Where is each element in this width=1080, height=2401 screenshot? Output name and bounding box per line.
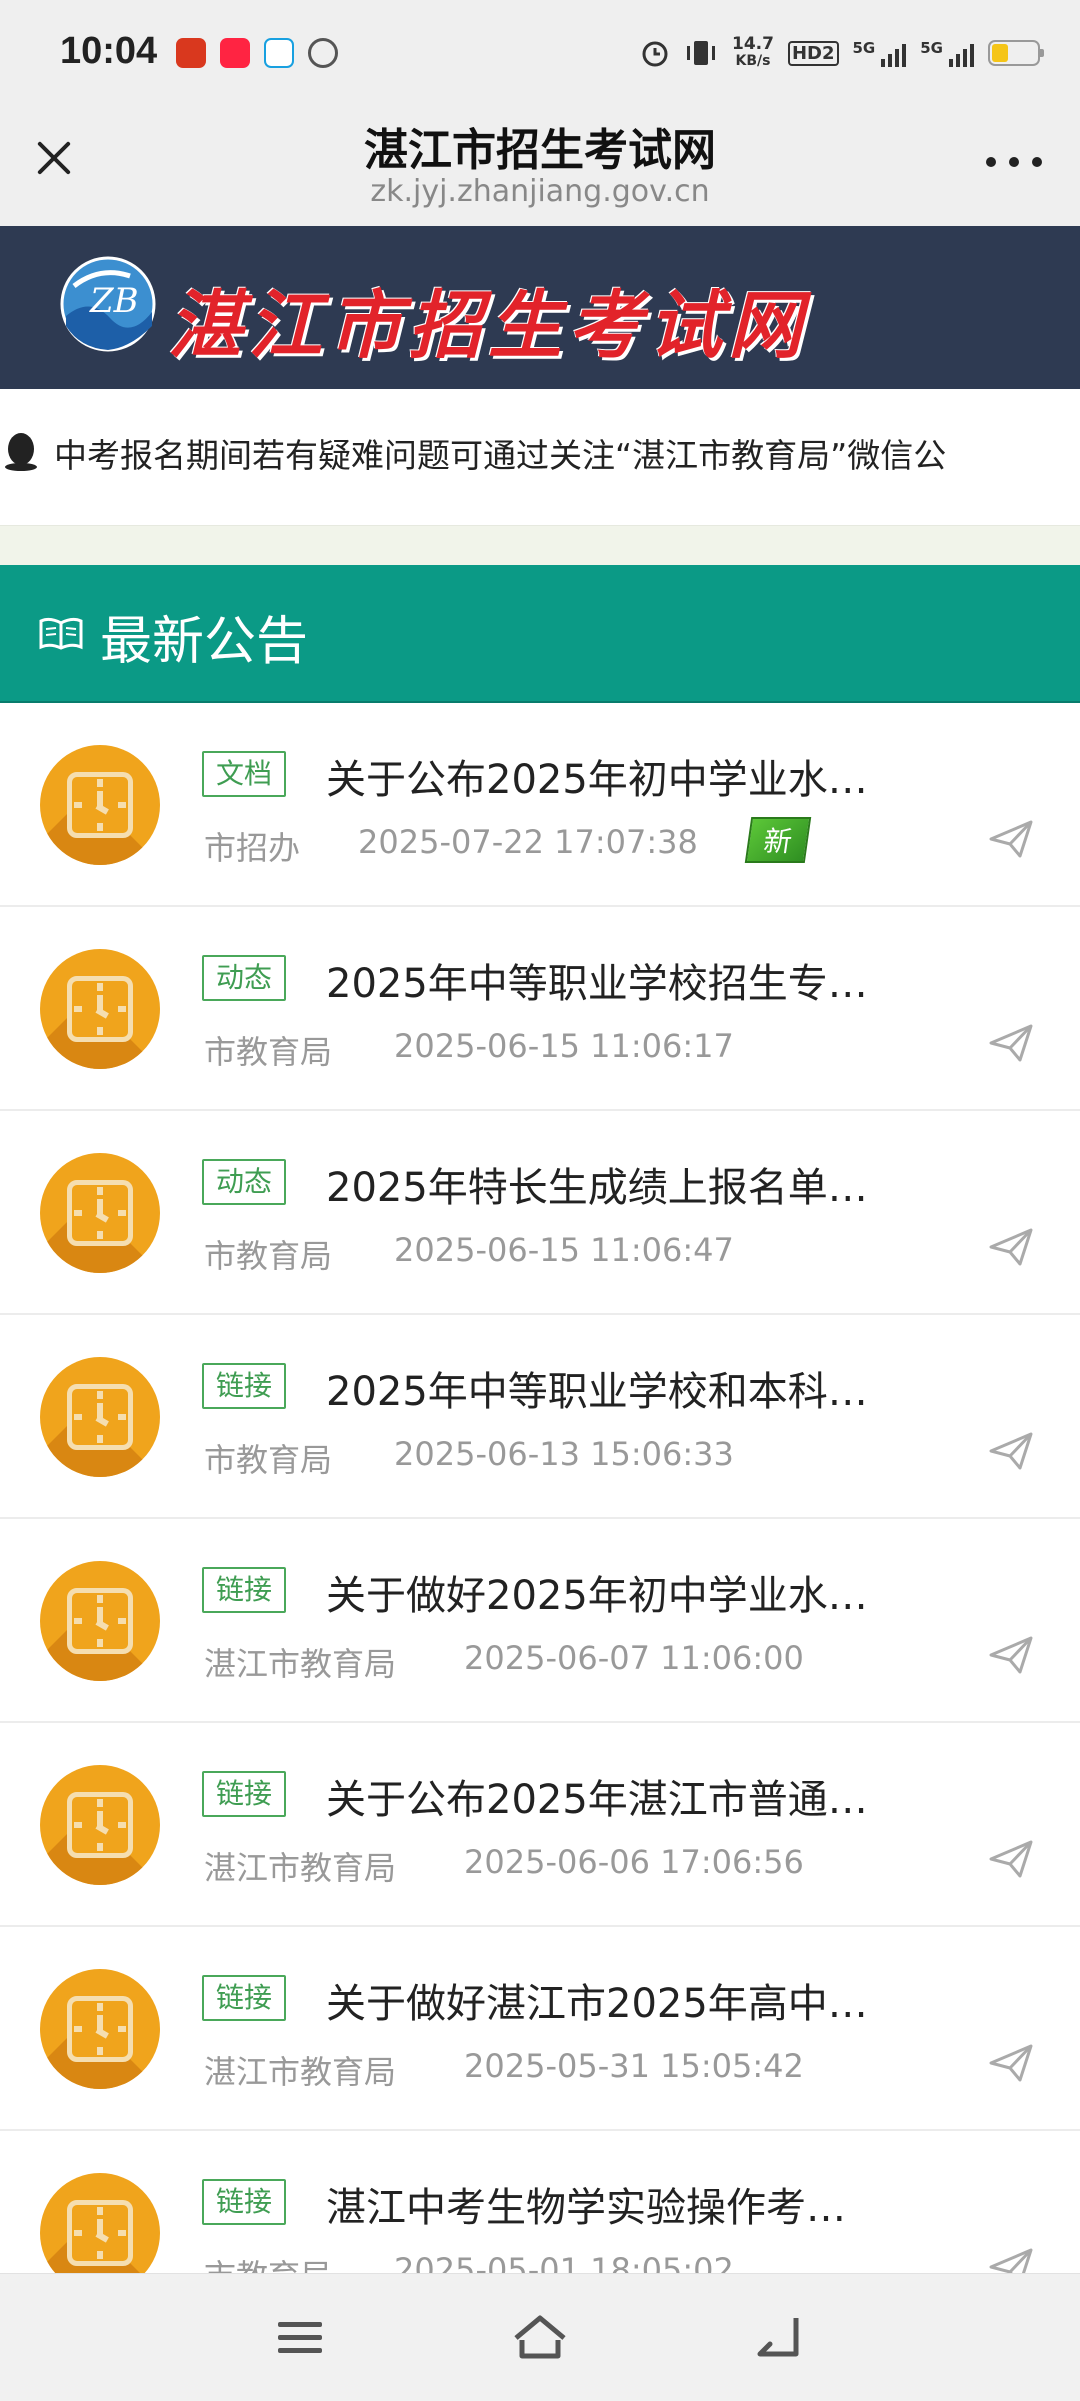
news-item[interactable]: 链接 湛江中考生物学实验操作考… 市教育局 2025-05-01 18:05:0…	[0, 2131, 1080, 2273]
category-tag: 链接	[202, 1975, 287, 2021]
news-source: 市教育局	[204, 2251, 332, 2273]
status-bar: 10:04 14.7 KB/s HD2 5G 5G	[0, 0, 1080, 110]
clock-icon	[40, 1969, 160, 2089]
news-source: 市教育局	[204, 1033, 333, 1071]
system-nav-bar	[0, 2273, 1080, 2401]
news-source: 湛江市教育局	[204, 1645, 397, 1683]
category-tag: 动态	[202, 955, 287, 1001]
app-notification-icon	[176, 38, 206, 68]
share-icon[interactable]	[988, 819, 1034, 859]
news-date: 2025-06-15 11:06:47	[394, 1231, 734, 1269]
qq-penguin-icon	[5, 433, 37, 471]
svg-text:ZB: ZB	[89, 281, 139, 321]
share-icon[interactable]	[988, 1431, 1034, 1471]
vibrate-icon	[687, 41, 716, 65]
news-title[interactable]: 2025年中等职业学校和本科…	[326, 1359, 926, 1417]
news-title[interactable]: 2025年特长生成绩上报名单…	[326, 1155, 926, 1213]
net-speed-unit: KB/s	[735, 53, 771, 69]
news-item[interactable]: 链接 关于做好2025年初中学业水… 湛江市教育局 2025-06-07 11:…	[0, 1519, 1080, 1723]
clock-icon	[40, 1357, 160, 1477]
hd-badge: HD2	[787, 40, 839, 66]
clock-icon	[40, 1561, 160, 1681]
share-icon[interactable]	[988, 2247, 1034, 2273]
signal-2-label: 5G	[920, 39, 943, 57]
category-tag: 动态	[202, 1159, 287, 1205]
clock-icon	[40, 1153, 160, 1273]
more-options-button[interactable]	[986, 150, 1042, 174]
status-right: 14.7 KB/s HD2 5G 5G	[640, 30, 1044, 76]
news-title[interactable]: 湛江中考生物学实验操作考…	[326, 2175, 926, 2233]
net-speed: 14.7 KB/s	[732, 36, 774, 70]
clock-icon	[40, 2173, 160, 2273]
share-icon[interactable]	[988, 1227, 1034, 1267]
share-icon[interactable]	[988, 1023, 1034, 1063]
news-date: 2025-07-22 17:07:38	[358, 823, 698, 861]
news-item[interactable]: 链接 2025年中等职业学校和本科… 市教育局 2025-06-13 15:06…	[0, 1315, 1080, 1519]
news-source: 市教育局	[204, 1441, 333, 1479]
news-source: 市教育局	[204, 1237, 333, 1275]
divider	[0, 525, 1080, 566]
section-title: 最新公告	[100, 612, 309, 672]
news-title[interactable]: 关于公布2025年初中学业水…	[326, 747, 926, 805]
signal-1-label: 5G	[852, 39, 876, 57]
news-item[interactable]: 链接 关于公布2025年湛江市普通… 湛江市教育局 2025-06-06 17:…	[0, 1723, 1080, 1927]
news-item[interactable]: 动态 2025年特长生成绩上报名单… 市教育局 2025-06-15 11:06…	[0, 1111, 1080, 1315]
alarm-icon	[642, 41, 668, 67]
china-mobile-icon	[264, 38, 294, 68]
link-icon	[308, 38, 338, 68]
news-item[interactable]: 文档 关于公布2025年初中学业水… 市招办 2025-07-22 17:07:…	[0, 703, 1080, 907]
net-speed-value: 14.7	[732, 34, 774, 54]
section-header: 最新公告	[0, 565, 1080, 703]
back-icon[interactable]	[750, 2312, 810, 2364]
news-date: 2025-05-31 15:05:42	[464, 2047, 804, 2085]
news-item[interactable]: 链接 关于做好湛江市2025年高中… 湛江市教育局 2025-05-31 15:…	[0, 1927, 1080, 2131]
browser-header: 湛江市招生考试网 zk.jyj.zhanjiang.gov.cn	[0, 110, 1080, 226]
signal-1-icon: 5G	[853, 39, 907, 67]
news-date: 2025-06-15 11:06:17	[394, 1027, 734, 1065]
share-icon[interactable]	[988, 1839, 1034, 1879]
page-title: 湛江市招生考试网	[364, 125, 716, 176]
news-date: 2025-06-07 11:06:00	[464, 1639, 804, 1677]
status-time: 10:04	[60, 30, 158, 72]
notification-icons	[176, 38, 338, 68]
news-title[interactable]: 2025年中等职业学校招生专…	[326, 951, 926, 1009]
category-tag: 文档	[202, 751, 287, 797]
clock-icon	[40, 745, 160, 865]
category-tag: 链接	[202, 1771, 287, 1817]
news-date: 2025-06-06 17:06:56	[464, 1843, 804, 1881]
category-tag: 链接	[202, 1567, 287, 1613]
news-source: 湛江市教育局	[204, 1849, 397, 1887]
site-logo-icon: ZB	[60, 256, 156, 352]
site-name: 湛江市招生考试网	[168, 283, 808, 369]
new-badge: 新	[744, 817, 812, 863]
notice-text: 中考报名期间若有疑难问题可通过关注“湛江市教育局”微信公	[54, 436, 947, 475]
clock-icon	[40, 949, 160, 1069]
site-banner[interactable]: ZB 湛江市招生考试网	[0, 226, 1080, 389]
news-date: 2025-05-01 18:05:02	[394, 2251, 734, 2273]
news-date: 2025-06-13 15:06:33	[394, 1435, 734, 1473]
news-source: 湛江市教育局	[204, 2053, 397, 2091]
news-source: 市招办	[204, 829, 301, 867]
category-tag: 链接	[202, 1363, 287, 1409]
category-tag: 链接	[202, 2179, 287, 2225]
battery-icon	[988, 40, 1044, 66]
news-title[interactable]: 关于做好湛江市2025年高中…	[326, 1971, 926, 2029]
signal-2-icon: 5G	[920, 39, 974, 67]
clock-icon	[40, 1765, 160, 1885]
home-icon[interactable]	[510, 2312, 570, 2364]
share-icon[interactable]	[988, 2043, 1034, 2083]
news-title[interactable]: 关于公布2025年湛江市普通…	[326, 1767, 926, 1825]
news-item[interactable]: 动态 2025年中等职业学校招生专… 市教育局 2025-06-15 11:06…	[0, 907, 1080, 1111]
share-icon[interactable]	[988, 1635, 1034, 1675]
menu-icon[interactable]	[270, 2312, 330, 2364]
news-title[interactable]: 关于做好2025年初中学业水…	[326, 1563, 926, 1621]
book-icon	[39, 617, 83, 650]
xiaohongshu-icon	[220, 38, 250, 68]
page-url: zk.jyj.zhanjiang.gov.cn	[370, 174, 710, 209]
notice-marquee[interactable]: 中考报名期间若有疑难问题可通过关注“湛江市教育局”微信公	[0, 389, 1080, 525]
news-list: 文档 关于公布2025年初中学业水… 市招办 2025-07-22 17:07:…	[0, 703, 1080, 2273]
